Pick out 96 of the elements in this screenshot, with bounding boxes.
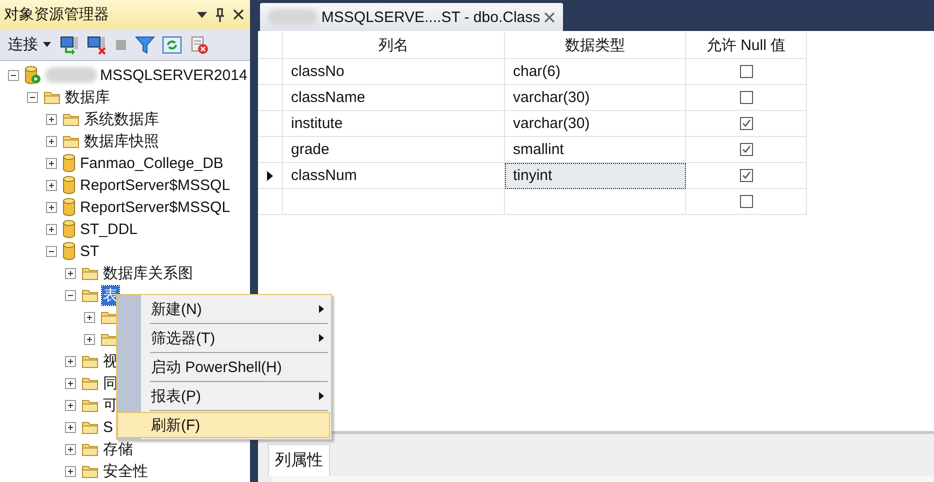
tree-item[interactable]: S — [102, 418, 114, 436]
menu-item[interactable]: 报表(P) — [141, 383, 330, 409]
menu-item[interactable]: 筛选器(T) — [141, 325, 330, 351]
tree-item[interactable]: 数据库 — [64, 88, 111, 106]
checkbox[interactable] — [740, 169, 752, 182]
refresh-icon[interactable] — [162, 34, 182, 54]
tree-item[interactable]: ReportServer$MSSQL — [79, 198, 232, 216]
tree-item[interactable]: 安全性 — [102, 462, 149, 480]
expand-icon[interactable] — [65, 422, 76, 432]
table-cell: tinyint — [505, 163, 686, 189]
redaction-blur — [268, 9, 318, 25]
database-icon — [63, 198, 75, 216]
script-cancel-icon[interactable] — [189, 34, 209, 54]
folder-icon — [101, 332, 117, 346]
tree-item[interactable]: ST_DDL — [79, 220, 139, 238]
expand-icon[interactable] — [84, 312, 95, 322]
folder-icon — [82, 288, 98, 302]
folder-icon — [82, 420, 98, 434]
table-cell: classNo — [283, 59, 505, 85]
tree-item[interactable]: Fanmao_College_DB — [79, 154, 224, 172]
checkbox[interactable] — [740, 117, 752, 130]
database-icon — [63, 154, 75, 172]
column-properties-tab[interactable]: 列属性 — [268, 444, 330, 476]
folder-icon — [44, 90, 60, 104]
collapse-icon[interactable] — [27, 92, 38, 102]
collapse-icon[interactable] — [65, 290, 76, 300]
close-icon[interactable] — [233, 9, 244, 20]
folder-icon — [82, 442, 98, 456]
panel-title: 对象资源管理器 — [4, 5, 110, 24]
server-icon — [25, 66, 41, 84]
connect-button[interactable]: 连接 — [6, 35, 53, 54]
column-header[interactable]: 允许 Null 值 — [686, 33, 807, 59]
tree-item[interactable]: 存储 — [102, 440, 134, 458]
tree-item[interactable]: 系统数据库 — [83, 110, 160, 128]
collapse-icon[interactable] — [46, 246, 57, 256]
folder-icon — [63, 134, 79, 148]
table-cell: grade — [283, 137, 505, 163]
expand-icon[interactable] — [46, 180, 57, 190]
expand-icon[interactable] — [46, 202, 57, 212]
menu-item[interactable]: 刷新(F) — [117, 412, 330, 438]
expand-icon[interactable] — [65, 268, 76, 278]
caret-icon — [43, 42, 51, 47]
table-cell: className — [283, 85, 505, 111]
folder-icon — [82, 398, 98, 412]
table-cell: varchar(30) — [505, 111, 686, 137]
tree-item[interactable]: MSSQLSERVER2014 — [99, 66, 248, 84]
checkbox[interactable] — [740, 195, 752, 208]
disconnect-icon[interactable] — [87, 34, 107, 54]
tree-item[interactable]: ST — [79, 242, 100, 260]
checkbox[interactable] — [740, 143, 752, 156]
menu-item[interactable]: 启动 PowerShell(H) — [141, 354, 330, 380]
tree-item[interactable]: 数据库关系图 — [102, 264, 194, 282]
expand-icon[interactable] — [84, 334, 95, 344]
database-icon — [63, 242, 75, 260]
current-row-icon — [267, 170, 273, 180]
folder-icon — [82, 354, 98, 368]
database-icon — [63, 220, 75, 238]
close-icon[interactable] — [544, 12, 555, 22]
tree-item[interactable]: 表 — [102, 286, 119, 304]
table-cell: classNum — [283, 163, 505, 189]
folder-icon — [63, 112, 79, 126]
database-icon — [63, 176, 75, 194]
dropdown-icon[interactable] — [197, 12, 207, 18]
tree-item[interactable]: 数据库快照 — [83, 132, 160, 150]
row-header — [258, 33, 283, 59]
redaction-blur — [45, 67, 97, 83]
connect-icon[interactable] — [60, 34, 80, 54]
column-header[interactable]: 列名 — [283, 33, 505, 59]
tree-item[interactable]: 可 — [102, 396, 119, 414]
row-header[interactable] — [258, 163, 283, 189]
folder-icon — [82, 376, 98, 390]
table-cell: institute — [283, 111, 505, 137]
expand-icon[interactable] — [65, 400, 76, 410]
table-cell: char(6) — [505, 59, 686, 85]
table-cell: varchar(30) — [505, 85, 686, 111]
expand-icon[interactable] — [46, 158, 57, 168]
expand-icon[interactable] — [65, 378, 76, 388]
folder-icon — [82, 464, 98, 478]
document-tab-title: MSSQLSERVE....ST - dbo.Class — [321, 8, 540, 26]
collapse-icon[interactable] — [8, 70, 19, 80]
expand-icon[interactable] — [46, 224, 57, 234]
filter-icon[interactable] — [135, 34, 155, 54]
checkbox[interactable] — [740, 65, 752, 78]
checkbox[interactable] — [740, 91, 752, 104]
expand-icon[interactable] — [46, 114, 57, 124]
document-tab[interactable]: MSSQLSERVE....ST - dbo.Class — [260, 3, 563, 31]
tree-item[interactable]: ReportServer$MSSQL — [79, 176, 232, 194]
expand-icon[interactable] — [46, 136, 57, 146]
folder-icon — [101, 310, 117, 324]
expand-icon[interactable] — [65, 356, 76, 366]
pin-icon[interactable] — [215, 8, 225, 22]
expand-icon[interactable] — [65, 466, 76, 476]
menu-item[interactable]: 新建(N) — [141, 296, 330, 322]
column-header[interactable]: 数据类型 — [505, 33, 686, 59]
expand-icon[interactable] — [65, 444, 76, 454]
folder-icon — [82, 266, 98, 280]
